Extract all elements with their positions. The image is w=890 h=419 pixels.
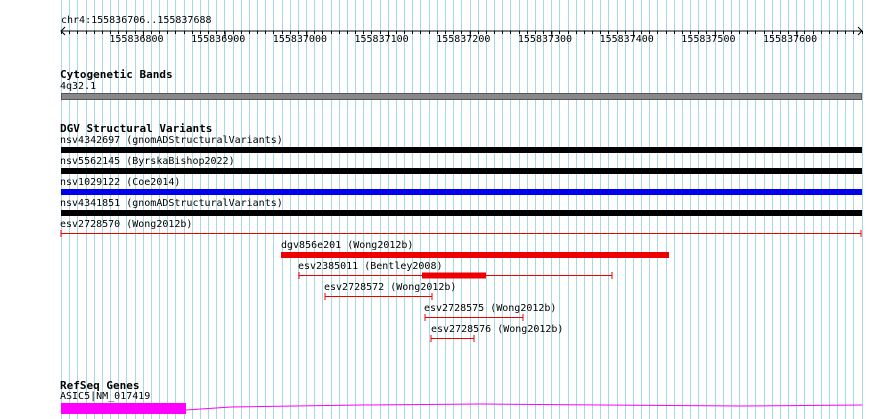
feature-label: nsv1029122 (Coe2014) <box>60 177 181 188</box>
variant-bar-esv2728575[interactable] <box>422 313 526 322</box>
ruler-tick-label: 155837300 <box>517 34 573 45</box>
ruler-tick-label: 155837000 <box>272 34 327 45</box>
track-title-dgv-structural-variants: DGV Structural Variants <box>60 122 213 135</box>
ruler-tick-label: 155837400 <box>599 34 654 45</box>
ruler-tick-label: 155836800 <box>109 34 164 45</box>
variant-bar-esv2728572[interactable] <box>322 292 436 301</box>
ruler-tick-label: 155837200 <box>436 34 491 45</box>
gene-model-asic5[interactable] <box>61 402 862 416</box>
cytoband-label: 4q32.1 <box>60 81 97 92</box>
genome-browser-view: chr4:155836706..155837688 155836800 15583… <box>0 0 890 419</box>
variant-bar-nsv1029122[interactable] <box>61 189 862 195</box>
variant-bar-dgv856e201[interactable] <box>281 252 669 258</box>
variant-bar-esv2728570[interactable] <box>59 229 864 238</box>
ruler-tick-label: 155837500 <box>681 34 736 45</box>
feature-label: nsv5562145 (ByrskaBishop2022) <box>60 156 235 167</box>
feature-label: dgv856e201 (Wong2012b) <box>281 240 414 251</box>
feature-label: nsv4342697 (gnomADStructuralVariants) <box>60 135 283 146</box>
variant-bar-nsv5562145[interactable] <box>61 168 862 174</box>
feature-label: nsv4341851 (gnomADStructuralVariants) <box>60 198 283 209</box>
ruler-tick-label: 155837100 <box>354 34 409 45</box>
variant-bar-nsv4341851[interactable] <box>61 210 862 216</box>
variant-bar-esv2728576[interactable] <box>428 334 478 343</box>
cytoband-bar[interactable] <box>61 93 862 100</box>
ruler-tick-label: 155837600 <box>763 34 818 45</box>
variant-bar-nsv4342697[interactable] <box>61 147 862 153</box>
variant-bar-esv2385011[interactable] <box>296 271 616 280</box>
ruler-tick-label: 155836900 <box>191 34 246 45</box>
track-title-cytogenetic-bands: Cytogenetic Bands <box>60 68 173 81</box>
